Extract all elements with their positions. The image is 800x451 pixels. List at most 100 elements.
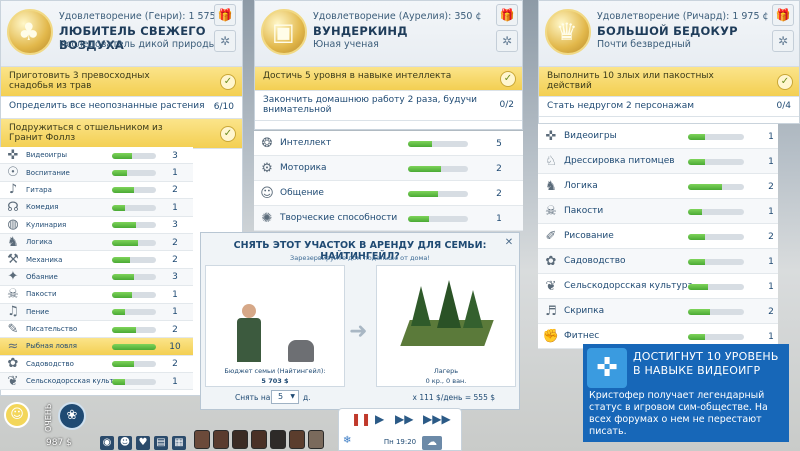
- ultra-speed-icon[interactable]: ▶▶▶: [423, 412, 451, 426]
- gift-icon[interactable]: 🎁: [772, 4, 794, 26]
- gear-icon[interactable]: ✲: [772, 30, 794, 52]
- skill-level: 3: [172, 150, 178, 161]
- skill-row[interactable]: ✺ Творческие способности 1: [254, 206, 523, 231]
- sim-thumbnail[interactable]: [194, 430, 210, 449]
- skill-row[interactable]: ☺ Общение 2: [254, 181, 523, 206]
- gift-icon[interactable]: 🎁: [496, 4, 518, 26]
- skill-achievement-toast[interactable]: ✜ ДОСТИГНУТ 10 УРОВЕНЬ В НАВЫКЕ ВИДЕОИГР…: [583, 344, 789, 442]
- aspiration-subtitle: Юная ученая: [313, 39, 379, 50]
- skill-progress-bar: [688, 233, 744, 240]
- nights-label: Снять на: [235, 393, 271, 402]
- skill-row[interactable]: ≈ Рыбная ловля 10: [0, 338, 193, 356]
- skill-row[interactable]: ♞ Логика 2: [0, 233, 193, 252]
- inventory-icon[interactable]: ▦: [172, 436, 186, 450]
- goal-item[interactable]: Приготовить 3 превосходных снадобья из т…: [1, 67, 242, 97]
- pause-icon[interactable]: ❚❚: [351, 412, 371, 426]
- gear-icon[interactable]: ✲: [496, 30, 518, 52]
- skill-name: Творческие способности: [280, 213, 398, 223]
- skill-row[interactable]: ⚒ Механика 2: [0, 251, 193, 269]
- goal-progress: 0/4: [776, 100, 791, 111]
- skill-row[interactable]: ✿ Садоводство 1: [538, 249, 778, 274]
- sim-thumbnail[interactable]: [213, 430, 229, 449]
- skill-row[interactable]: ♬ Скрипка 2: [538, 299, 778, 324]
- sim-thumbnail[interactable]: [251, 430, 267, 449]
- relationship-icon[interactable]: ♥: [136, 436, 150, 450]
- skill-progress-bar: [112, 222, 156, 229]
- skill-row[interactable]: ✎ Писательство 2: [0, 320, 193, 339]
- mischief-icon: ☠: [545, 203, 557, 219]
- skill-level: 2: [172, 237, 178, 248]
- skill-progress-bar: [112, 274, 156, 281]
- mood-icon[interactable]: ☺: [4, 402, 30, 428]
- goal-item[interactable]: Закончить домашнюю работу 2 раза, будучи…: [255, 91, 522, 121]
- paint-icon: ✐: [545, 228, 557, 244]
- gamepad-icon: ✜: [545, 128, 557, 144]
- goals-list: Приготовить 3 превосходных снадобья из т…: [1, 67, 242, 149]
- chevron-down-icon: ▼: [290, 393, 295, 400]
- skill-level: 2: [496, 163, 502, 174]
- aspiration-button[interactable]: ❀: [58, 402, 86, 430]
- skill-row[interactable]: ✦ Обаяние 3: [0, 268, 193, 287]
- aspiration-title: ВУНДЕРКИНД: [313, 24, 408, 38]
- skill-row[interactable]: ✜ Видеоигры 3: [0, 147, 193, 165]
- pan-icon: ◍: [7, 217, 19, 233]
- skill-progress-bar: [688, 308, 744, 315]
- skill-level: 1: [768, 281, 774, 292]
- people-icon[interactable]: ☻: [118, 436, 132, 450]
- aspiration-subtitle: Исследователь дикой природы: [59, 39, 217, 50]
- skill-row[interactable]: ✐ Рисование 2: [538, 224, 778, 249]
- skill-level: 1: [768, 206, 774, 217]
- household-funds: 987 $: [46, 438, 72, 448]
- goal-item[interactable]: Выполнить 10 злых или пакостных действий…: [539, 67, 799, 97]
- skill-row[interactable]: ✜ Видеоигры 1: [538, 124, 778, 149]
- close-icon[interactable]: ✕: [503, 237, 515, 249]
- skill-row[interactable]: ☠ Пакости 1: [538, 199, 778, 224]
- camera-icon[interactable]: ◉: [100, 436, 114, 450]
- weather-icon[interactable]: ☁: [422, 436, 442, 450]
- goal-item[interactable]: Стать недругом 2 персонажам 0/4: [539, 97, 799, 117]
- skill-row[interactable]: ☠ Пакости 1: [0, 286, 193, 304]
- career-icon[interactable]: ▤: [154, 436, 168, 450]
- sim-thumbnail[interactable]: [232, 430, 248, 449]
- skill-row[interactable]: ❦ Сельскодорсская культура 1: [0, 373, 193, 391]
- skill-name: Обаяние: [26, 272, 58, 281]
- skill-row[interactable]: ◍ Кулинария 3: [0, 216, 193, 234]
- skill-row[interactable]: ☊ Комедия 1: [0, 199, 193, 217]
- skill-row[interactable]: ♞ Логика 2: [538, 174, 778, 199]
- goal-item[interactable]: Подружиться с отшельником из Гранит Фолл…: [1, 119, 242, 149]
- skill-row[interactable]: ❂ Интеллект 5: [254, 131, 523, 156]
- sim-thumbnail[interactable]: [308, 430, 324, 449]
- skill-progress-bar: [688, 158, 744, 165]
- check-icon: ✓: [220, 125, 236, 142]
- sim-thumbnail[interactable]: [289, 430, 305, 449]
- game-clock: Пн 19:20: [383, 438, 417, 446]
- skill-row[interactable]: ❦ Сельскодорсская культура 1: [538, 274, 778, 299]
- gift-icon[interactable]: 🎁: [214, 4, 236, 26]
- skill-name: Сельскодорсская культура: [564, 281, 693, 291]
- gamepad-icon: ✜: [7, 147, 19, 163]
- skill-name: Комедия: [26, 203, 59, 212]
- skill-row[interactable]: ⚙ Моторика 2: [254, 156, 523, 181]
- skill-row[interactable]: ♪ Гитара 2: [0, 181, 193, 200]
- skill-progress-bar: [112, 343, 156, 350]
- lot-rooms-value: 0 кр., 0 ван.: [425, 377, 467, 385]
- skill-row[interactable]: ☉ Воспитание 1: [0, 164, 193, 182]
- nights-select[interactable]: 5 ▼: [271, 390, 299, 404]
- sim-thumbnail[interactable]: [270, 430, 286, 449]
- goal-item[interactable]: Определить все неопознанные растения 6/1…: [1, 97, 242, 119]
- goal-item[interactable]: Достичь 5 уровня в навыке интеллекта ✓: [255, 67, 522, 91]
- skill-level: 1: [172, 376, 178, 387]
- skill-name: Кулинария: [26, 220, 67, 229]
- play-icon[interactable]: ▶: [375, 412, 384, 426]
- fast-forward-icon[interactable]: ▶▶: [395, 412, 413, 426]
- blocks-badge-icon: ▣: [261, 9, 307, 55]
- gear-icon[interactable]: ✲: [214, 30, 236, 52]
- skill-level: 2: [172, 324, 178, 335]
- skill-row[interactable]: ✿ Садоводство 2: [0, 355, 193, 374]
- skill-name: Моторика: [280, 163, 327, 173]
- guitar-icon: ♪: [8, 182, 18, 198]
- skill-row[interactable]: ♫ Пение 1: [0, 303, 193, 321]
- arrow-right-icon: ➜: [349, 319, 368, 344]
- skill-progress-bar: [688, 283, 744, 290]
- skill-row[interactable]: ♘ Дрессировка питомцев 1: [538, 149, 778, 174]
